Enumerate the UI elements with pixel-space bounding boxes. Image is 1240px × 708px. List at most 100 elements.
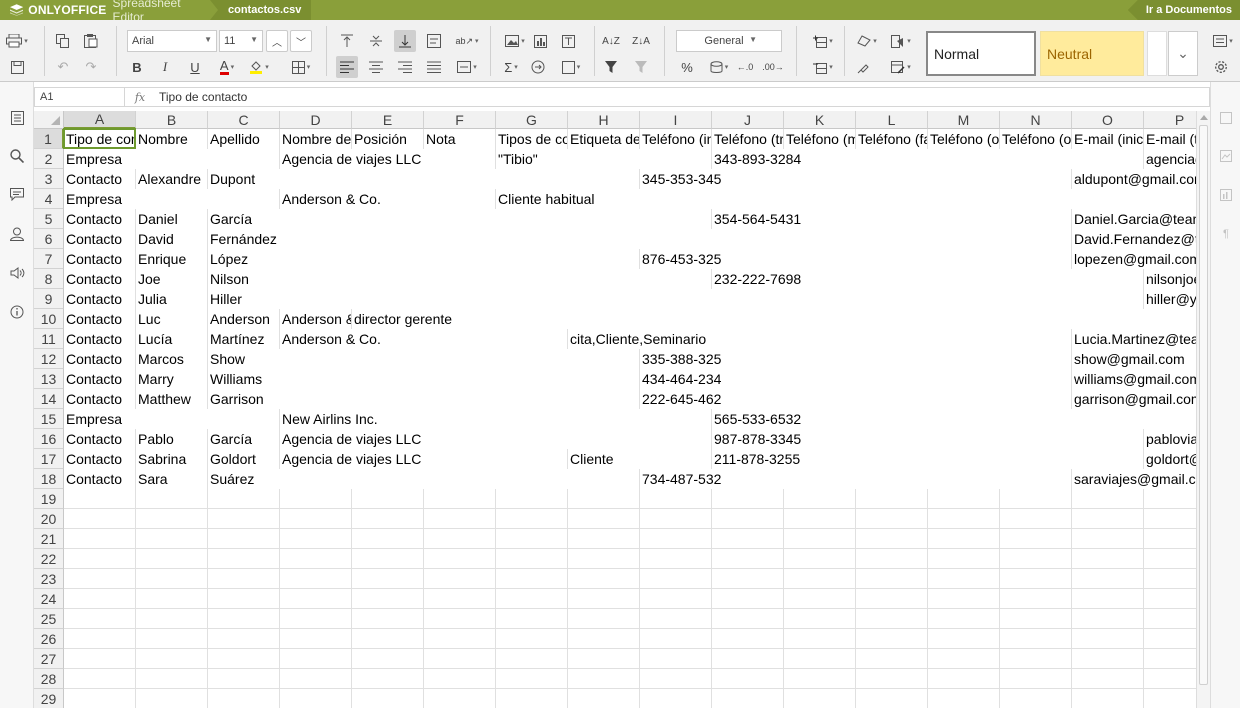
row-header-2[interactable]: 2 [34,149,64,169]
cell-j5[interactable]: 354-564-5431 [712,209,1071,229]
cell-b11[interactable]: Lucía [136,329,207,349]
decrease-font-button[interactable]: ﹀ [290,30,312,52]
delete-cells-button[interactable]: ▾ [808,56,838,78]
cell-a16[interactable]: Contacto [64,429,135,449]
cell-j15[interactable]: 565-533-6532 [712,409,1196,429]
cell-d10[interactable]: Anderson & Co. [280,309,351,329]
row-header-4[interactable]: 4 [34,189,64,209]
increase-decimal-button[interactable]: .00→ [762,56,784,78]
save-button[interactable] [6,56,28,78]
insert-chart-button[interactable] [529,30,551,52]
vertical-scrollbar[interactable] [1196,111,1210,708]
cell-i3[interactable]: 345-353-345 [640,169,1071,189]
column-header-n[interactable]: N [1000,111,1072,129]
font-name-combo[interactable]: Arial ▼ [127,30,217,52]
column-header-k[interactable]: K [784,111,856,129]
cell-h1[interactable]: Etiqueta de contacto [568,129,639,149]
row-header-7[interactable]: 7 [34,249,64,269]
cell-c13[interactable]: Williams [208,369,639,389]
paste-button[interactable] [80,30,102,52]
row-header-6[interactable]: 6 [34,229,64,249]
cell-o5[interactable]: Daniel.Garcia@teamlab.com [1072,209,1196,229]
cell-a5[interactable]: Contacto [64,209,135,229]
percent-button[interactable]: % [676,56,698,78]
decrease-decimal-button[interactable]: ←.0 [734,56,756,78]
cell-p9[interactable]: hiller@yahoo.com [1144,289,1196,309]
row-header-5[interactable]: 5 [34,209,64,229]
cell-f1[interactable]: Nota [424,129,495,149]
paragraph-settings-button[interactable]: ¶ [1217,225,1235,243]
format-as-table-button[interactable]: ▾ [886,56,916,78]
cell-i14[interactable]: 222-645-462 [640,389,1071,409]
column-header-b[interactable]: B [136,111,208,129]
cell-b14[interactable]: Matthew [136,389,207,409]
column-header-o[interactable]: O [1072,111,1144,129]
cell-p17[interactable]: goldort@gmail.com [1144,449,1196,469]
cell-a1[interactable]: Tipo de contacto [64,129,135,149]
cell-o14[interactable]: garrison@gmail.com [1072,389,1196,409]
increase-font-button[interactable]: ︿ [266,30,288,52]
file-button[interactable] [6,107,28,129]
feedback-button[interactable] [6,262,28,284]
row-header-29[interactable]: 29 [34,689,64,708]
cell-g1[interactable]: Tipos de contacto [496,129,567,149]
comments-button[interactable] [6,183,28,205]
align-center-button[interactable] [365,56,387,78]
name-box[interactable]: A1 [35,88,125,106]
cell-c5[interactable]: García [208,209,711,229]
chart-settings-button[interactable] [1217,186,1235,204]
cell-g4[interactable]: Cliente habitual [496,189,1196,209]
cell-a9[interactable]: Contacto [64,289,135,309]
cell-b1[interactable]: Nombre [136,129,207,149]
cell-i18[interactable]: 734-487-532 [640,469,1071,489]
insert-cells-button[interactable]: ▾ [808,30,838,52]
column-header-g[interactable]: G [496,111,568,129]
clear-filter-button[interactable] [630,56,652,78]
align-middle-button[interactable] [365,30,387,52]
cell-c8[interactable]: Nilson [208,269,711,289]
cell-o13[interactable]: williams@gmail.com [1072,369,1196,389]
row-header-3[interactable]: 3 [34,169,64,189]
column-header-j[interactable]: J [712,111,784,129]
cell-b8[interactable]: Joe [136,269,207,289]
insert-image-button[interactable]: ▾ [500,30,530,52]
cell-a7[interactable]: Contacto [64,249,135,269]
row-header-11[interactable]: 11 [34,329,64,349]
cell-d15[interactable]: New Airlins Inc. [280,409,711,429]
fill-color-button[interactable]: ▾ [244,56,274,78]
row-header-17[interactable]: 17 [34,449,64,469]
sort-descending-button[interactable]: Z↓A [630,30,652,52]
font-size-combo[interactable]: 11 ▼ [219,30,263,52]
row-header-16[interactable]: 16 [34,429,64,449]
cell-c10[interactable]: Anderson [208,309,279,329]
column-header-a[interactable]: A [64,111,136,129]
cell-p2[interactable]: agenciadeviajes@gmail.com [1144,149,1196,169]
column-header-l[interactable]: L [856,111,928,129]
about-button[interactable] [6,301,28,323]
row-header-22[interactable]: 22 [34,549,64,569]
cell-a2[interactable]: Empresa [64,149,279,169]
spreadsheet-grid[interactable]: A B C D E F G H I J K L M N O P 1 2 3 4 5 6 7 8 9 10 11 12 13 14 15 16 1… [34,111,1196,708]
align-top-button[interactable] [336,30,358,52]
style-neutral[interactable]: Neutral [1040,31,1144,76]
copy-button[interactable] [52,30,74,52]
cell-a8[interactable]: Contacto [64,269,135,289]
cell-i13[interactable]: 434-464-234 [640,369,1071,389]
cell-o11[interactable]: Lucia.Martinez@teamlab.com [1072,329,1196,349]
cell-i1[interactable]: Teléfono (inicio) [640,129,711,149]
cell-a3[interactable]: Contacto [64,169,135,189]
cell-c9[interactable]: Hiller [208,289,1143,309]
row-header-13[interactable]: 13 [34,369,64,389]
cell-k1[interactable]: Teléfono (móvil) [784,129,855,149]
row-header-15[interactable]: 15 [34,409,64,429]
cell-c6[interactable]: Fernández [208,229,1071,249]
cell-j8[interactable]: 232-222-7698 [712,269,1143,289]
borders-button[interactable]: ▾ [286,56,316,78]
cell-a15[interactable]: Empresa [64,409,279,429]
cell-c17[interactable]: Goldort [208,449,279,469]
column-header-i[interactable]: I [640,111,712,129]
redo-button[interactable]: ↷ [80,56,102,78]
merge-cells-button[interactable]: ▾ [452,56,482,78]
styles-more-button[interactable]: ⌄ [1168,31,1198,76]
underline-button[interactable]: U [184,56,206,78]
